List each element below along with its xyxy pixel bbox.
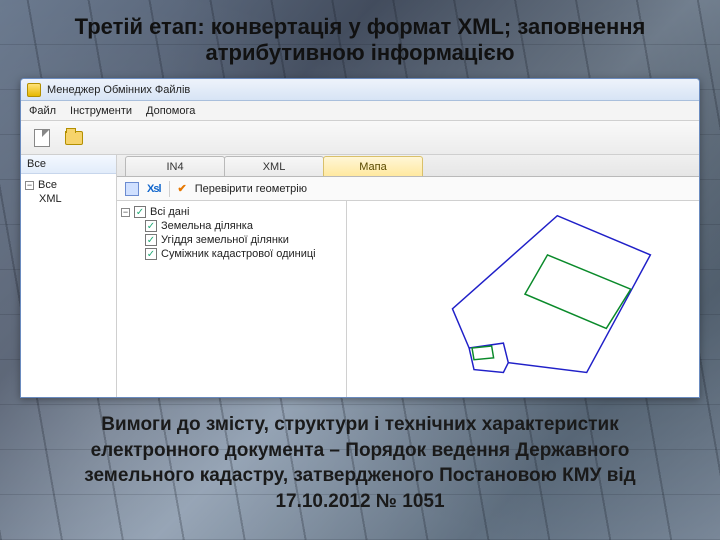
slide-footer: Вимоги до змісту, структури і технічних … xyxy=(36,412,684,515)
checkbox[interactable]: ✓ xyxy=(145,248,157,260)
left-panel: Все − Все XML xyxy=(21,155,117,397)
tree-root-node[interactable]: − Все xyxy=(25,178,112,192)
map-toolbar: Xsl ✔ Перевірити геометрію xyxy=(117,177,699,201)
app-window: Менеджер Обмінних Файлів Файл Інструмент… xyxy=(20,78,700,398)
main-area: Все − Все XML IN4 XML Мапа xyxy=(21,155,699,397)
menu-help[interactable]: Допомога xyxy=(146,105,195,117)
landuse-polygon-small xyxy=(472,346,494,360)
validate-geometry-button[interactable]: Перевірити геометрію xyxy=(195,183,307,195)
map-canvas[interactable] xyxy=(347,201,699,397)
parcel-boundary xyxy=(452,216,650,373)
map-svg xyxy=(347,201,699,397)
checkbox[interactable]: ✓ xyxy=(145,234,157,246)
tab-in4[interactable]: IN4 xyxy=(125,156,225,176)
tab-map[interactable]: Мапа xyxy=(323,156,423,176)
separator xyxy=(169,181,170,197)
window-title: Менеджер Обмінних Файлів xyxy=(47,84,190,96)
tree-node-label: XML xyxy=(39,193,62,205)
layer-item-parcel[interactable]: ✓ Земельна ділянка xyxy=(121,219,342,233)
menubar: Файл Інструменти Допомога xyxy=(21,101,699,121)
tree-root-label: Все xyxy=(38,179,57,191)
tab-strip: IN4 XML Мапа xyxy=(117,155,699,177)
menu-file[interactable]: Файл xyxy=(29,105,56,117)
window-titlebar: Менеджер Обмінних Файлів xyxy=(21,79,699,101)
app-icon xyxy=(27,83,41,97)
tab-xml[interactable]: XML xyxy=(224,156,324,176)
layer-label: Земельна ділянка xyxy=(161,220,253,232)
tree-node-xml[interactable]: XML xyxy=(25,192,112,206)
checkbox[interactable]: ✓ xyxy=(134,206,146,218)
layer-item-neighbor[interactable]: ✓ Суміжник кадастрової одиниці xyxy=(121,247,342,261)
check-icon: ✔ xyxy=(178,182,187,195)
layer-label: Угіддя земельної ділянки xyxy=(161,234,289,246)
xml-icon[interactable]: Xsl xyxy=(147,183,161,195)
new-button[interactable] xyxy=(29,125,55,151)
expand-icon: − xyxy=(121,208,130,217)
layer-panel: − ✓ Всі дані ✓ Земельна ділянка ✓ Угіддя… xyxy=(117,201,347,397)
layer-root[interactable]: − ✓ Всі дані xyxy=(121,205,342,219)
layers-icon[interactable] xyxy=(125,182,139,196)
expand-icon: − xyxy=(25,181,34,190)
open-button[interactable] xyxy=(61,125,87,151)
checkbox[interactable]: ✓ xyxy=(145,220,157,232)
right-area: IN4 XML Мапа Xsl ✔ Перевірити геометрію … xyxy=(117,155,699,397)
main-toolbar xyxy=(21,121,699,155)
layer-root-label: Всі дані xyxy=(150,206,189,218)
slide-title: Третій етап: конвертація у формат XML; з… xyxy=(0,0,720,72)
document-icon xyxy=(34,129,50,147)
layer-label: Суміжник кадастрової одиниці xyxy=(161,248,316,260)
left-panel-header: Все xyxy=(21,155,116,174)
folder-open-icon xyxy=(65,131,83,145)
content-split: − ✓ Всі дані ✓ Земельна ділянка ✓ Угіддя… xyxy=(117,201,699,397)
slide-root: Третій етап: конвертація у формат XML; з… xyxy=(0,0,720,540)
file-tree: − Все XML xyxy=(21,174,116,210)
landuse-polygon xyxy=(525,255,631,329)
layer-item-landuse[interactable]: ✓ Угіддя земельної ділянки xyxy=(121,233,342,247)
menu-tools[interactable]: Інструменти xyxy=(70,105,132,117)
